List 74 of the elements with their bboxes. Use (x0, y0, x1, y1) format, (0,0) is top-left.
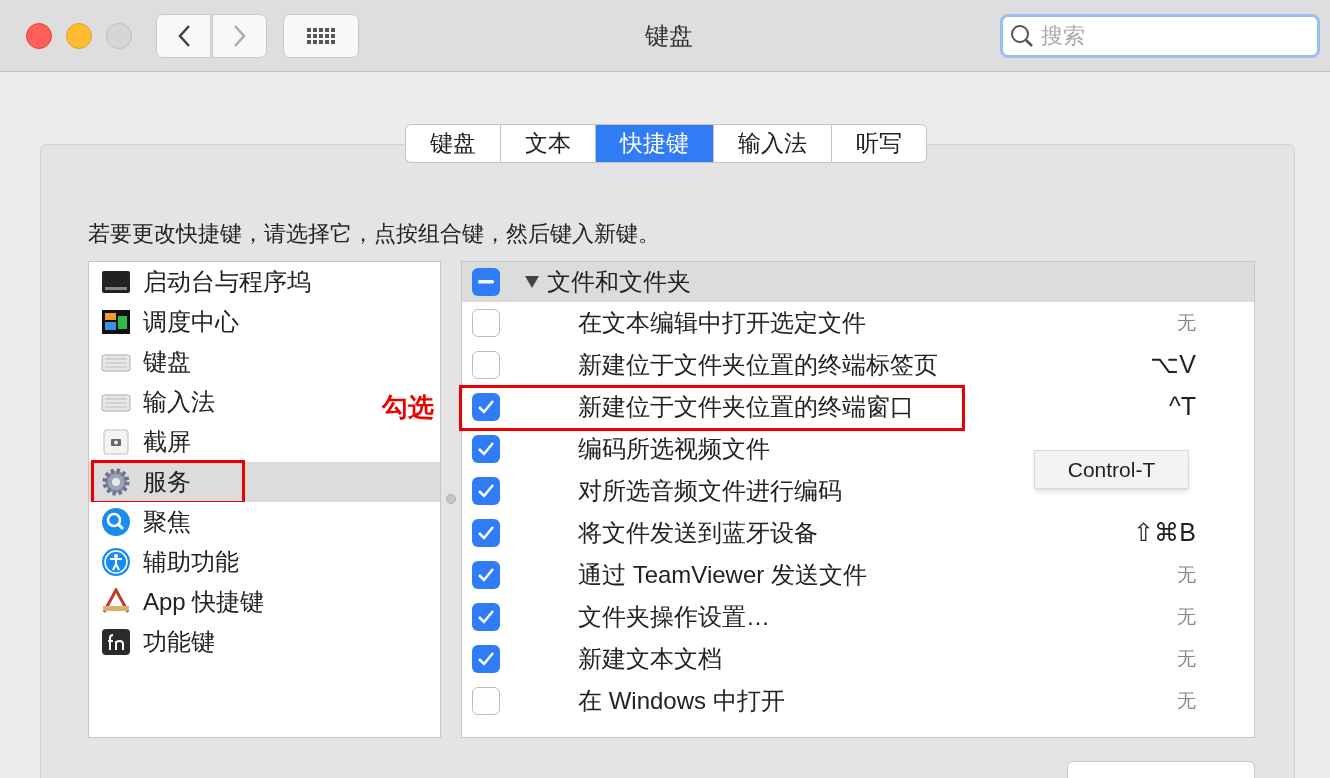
splitter-handle[interactable] (446, 493, 456, 504)
chevron-right-icon (232, 23, 247, 48)
category-label[interactable]: 启动台与程序坞 (143, 267, 311, 297)
search-icon (101, 507, 131, 537)
tab[interactable]: 输入法 (713, 124, 831, 163)
shortcut-text[interactable]: 无 (1177, 308, 1196, 338)
chevron-left-icon (176, 23, 191, 48)
service-label[interactable]: 将文件发送到蓝牙设备 (578, 515, 818, 551)
service-label[interactable]: 新建文本文档 (578, 641, 722, 677)
checkbox[interactable] (472, 477, 500, 505)
close-button[interactable] (26, 22, 52, 49)
shortcut-text[interactable]: 无 (1177, 560, 1196, 590)
service-label[interactable]: 在 Windows 中打开 (578, 683, 785, 719)
search-icon (1010, 23, 1034, 48)
checkbox[interactable] (472, 603, 500, 631)
annotation-label: 勾选 (382, 391, 434, 424)
checkbox[interactable] (472, 645, 500, 673)
service-label[interactable]: 对所选音频文件进行编码 (578, 473, 842, 509)
shortcut-text[interactable]: ⌥V (1150, 346, 1196, 384)
check-icon (477, 609, 495, 625)
dock-icon (101, 269, 131, 295)
disclosure-triangle-icon[interactable] (524, 275, 540, 289)
category-label[interactable]: 功能键 (143, 627, 215, 657)
show-all-button[interactable] (283, 13, 359, 58)
shortcut-text[interactable]: 无 (1177, 644, 1196, 674)
category-label[interactable]: App 快捷键 (143, 587, 265, 617)
check-icon (477, 441, 495, 457)
shortcut-text[interactable]: 无 (1177, 686, 1196, 716)
category-label[interactable]: 键盘 (143, 347, 191, 377)
category-label[interactable]: 调度中心 (143, 307, 239, 337)
checkbox[interactable] (472, 519, 500, 547)
checkbox[interactable] (472, 309, 500, 337)
grid-icon (306, 26, 336, 45)
checkbox[interactable] (472, 268, 500, 296)
category-label[interactable]: 截屏 (143, 427, 191, 457)
tab[interactable]: 快捷键 (595, 124, 713, 163)
minus-icon (478, 280, 494, 284)
shortcut-text[interactable]: ⇧⌘B (1133, 514, 1196, 552)
function-key-icon (101, 628, 131, 656)
checkbox[interactable] (472, 687, 500, 715)
category-item[interactable]: 服务 (89, 462, 440, 502)
category-label[interactable]: 聚焦 (143, 507, 191, 537)
service-label[interactable]: 文件夹操作设置… (578, 599, 770, 635)
shortcut-text[interactable]: ^T (1169, 388, 1196, 426)
windows-icon (101, 309, 131, 335)
checkbox[interactable] (472, 435, 500, 463)
category-label[interactable]: 辅助功能 (143, 547, 239, 577)
back-button[interactable] (156, 13, 211, 58)
accessibility-icon (101, 547, 131, 577)
tab[interactable]: 听写 (831, 124, 927, 163)
checkbox[interactable] (472, 393, 500, 421)
checkbox[interactable] (472, 351, 500, 379)
gear-icon (101, 467, 131, 497)
check-icon (477, 567, 495, 583)
search-field[interactable]: 搜索 (1000, 13, 1320, 58)
service-label[interactable]: 在文本编辑中打开选定文件 (578, 305, 866, 341)
category-label[interactable]: 输入法 (143, 387, 215, 417)
check-icon (477, 399, 495, 415)
service-label[interactable]: 新建位于文件夹位置的终端窗口 (578, 389, 914, 425)
service-label[interactable]: 新建位于文件夹位置的终端标签页 (578, 347, 938, 383)
service-label[interactable]: 编码所选视频文件 (578, 431, 770, 467)
service-label[interactable]: 通过 TeamViewer 发送文件 (578, 557, 867, 593)
tab[interactable]: 键盘 (405, 124, 500, 163)
checkbox[interactable] (472, 561, 500, 589)
check-icon (477, 651, 495, 667)
check-icon (477, 483, 495, 499)
shortcut-text[interactable]: 无 (1177, 602, 1196, 632)
check-icon (477, 525, 495, 541)
instruction-text: 若要更改快捷键，请选择它，点按组合键，然后键入新键。 (88, 220, 661, 248)
tab[interactable]: 文本 (500, 124, 595, 163)
group-header[interactable]: 文件和文件夹 (462, 262, 1254, 302)
screenshot-icon (101, 428, 131, 456)
tooltip: Control-T (1034, 450, 1189, 489)
window-title: 键盘 (644, 20, 693, 51)
